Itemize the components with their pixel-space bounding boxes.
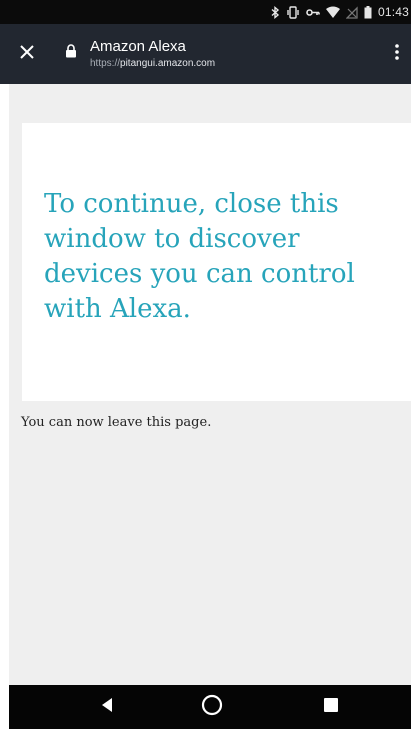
lock-icon — [65, 44, 77, 63]
close-icon — [20, 44, 34, 64]
battery-icon — [364, 5, 372, 19]
menu-button[interactable] — [387, 41, 407, 67]
web-content: To continue, close this window to discov… — [9, 84, 411, 685]
recents-icon — [324, 697, 338, 717]
url-scheme: https:// — [90, 58, 121, 69]
wifi-icon — [325, 6, 340, 19]
recents-button[interactable] — [311, 685, 351, 729]
more-vert-icon — [395, 43, 399, 65]
leave-page-text: You can now leave this page. — [21, 415, 212, 430]
page-title: Amazon Alexa — [90, 38, 186, 55]
bluetooth-icon — [271, 5, 280, 19]
no-signal-icon — [345, 5, 358, 19]
browser-toolbar: Amazon Alexa https://pitangui.amazon.com — [0, 24, 411, 84]
url-domain: pitangui.amazon.com — [120, 58, 216, 69]
navigation-bar — [9, 685, 411, 729]
back-button[interactable] — [87, 685, 127, 729]
status-icons: 01:43 — [271, 0, 409, 24]
status-bar: 01:43 — [0, 0, 411, 24]
close-button[interactable] — [16, 43, 38, 65]
continue-message: To continue, close this window to discov… — [44, 189, 355, 324]
vpn-key-icon — [306, 6, 320, 19]
home-icon — [201, 694, 223, 721]
vibrate-icon — [286, 5, 300, 19]
back-icon — [100, 697, 114, 718]
page-url[interactable]: https://pitangui.amazon.com — [90, 58, 215, 69]
message-card: To continue, close this window to discov… — [22, 123, 411, 401]
home-button[interactable] — [192, 685, 232, 729]
status-time: 01:43 — [377, 5, 409, 19]
